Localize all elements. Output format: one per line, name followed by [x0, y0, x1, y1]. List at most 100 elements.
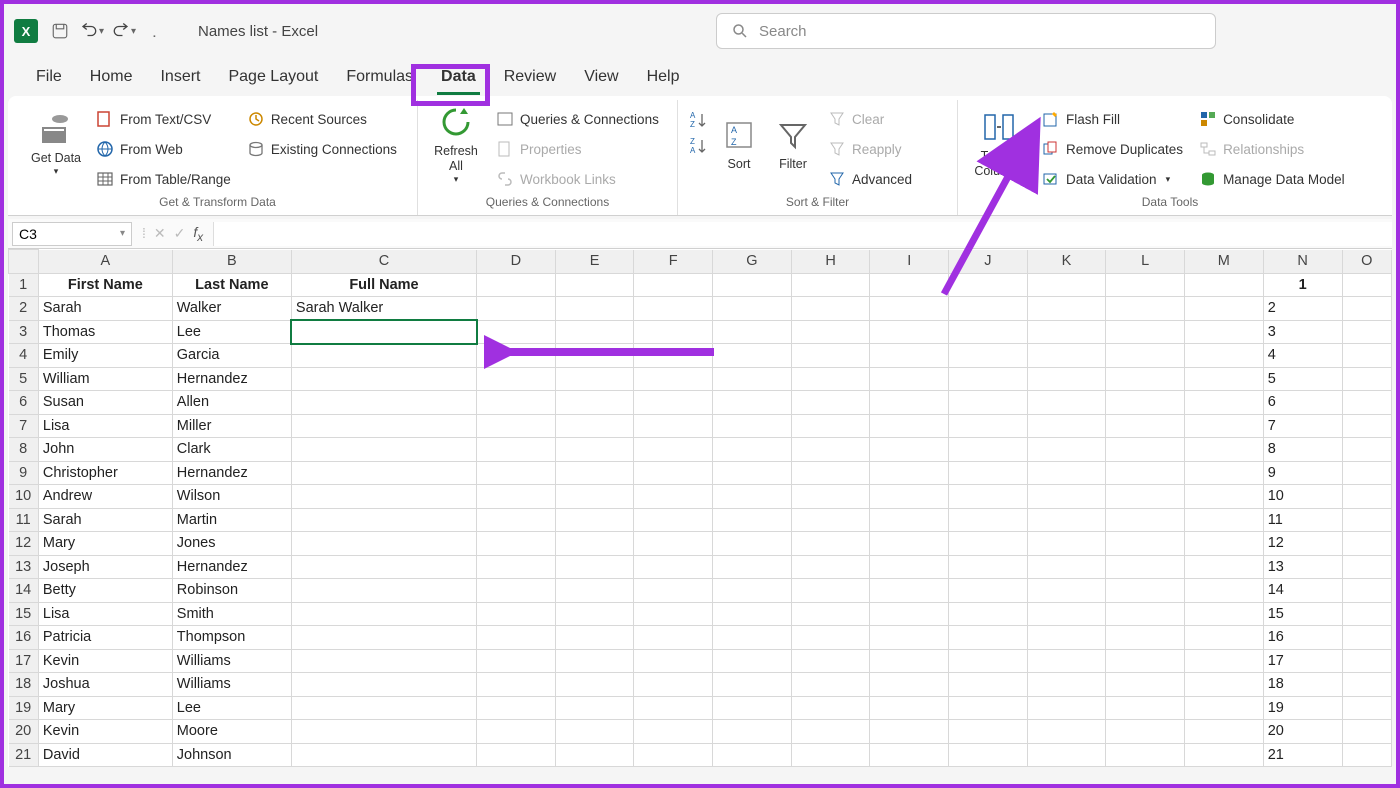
cell-I6[interactable] [870, 391, 949, 415]
cell-F19[interactable] [634, 696, 713, 720]
cell-H20[interactable] [791, 720, 870, 744]
filter-button[interactable]: Filter [770, 104, 816, 184]
cell-J19[interactable] [949, 696, 1028, 720]
cell-F15[interactable] [634, 602, 713, 626]
cell-B18[interactable]: Williams [172, 673, 291, 697]
cell-A7[interactable]: Lisa [38, 414, 172, 438]
cell-C10[interactable] [291, 485, 476, 509]
row-header-20[interactable]: 20 [9, 720, 39, 744]
cell-B11[interactable]: Martin [172, 508, 291, 532]
cell-M14[interactable] [1184, 579, 1263, 603]
cell-B2[interactable]: Walker [172, 297, 291, 321]
cell-A1[interactable]: First Name [38, 273, 172, 297]
cell-B9[interactable]: Hernandez [172, 461, 291, 485]
cell-M20[interactable] [1184, 720, 1263, 744]
cell-C6[interactable] [291, 391, 476, 415]
tab-data[interactable]: Data [427, 62, 490, 92]
cell-I18[interactable] [870, 673, 949, 697]
column-header-O[interactable]: O [1342, 250, 1391, 274]
cell-L11[interactable] [1106, 508, 1185, 532]
cell-A16[interactable]: Patricia [38, 626, 172, 650]
cell-J11[interactable] [949, 508, 1028, 532]
cell-A15[interactable]: Lisa [38, 602, 172, 626]
cell-N20[interactable]: 20 [1263, 720, 1342, 744]
cell-B5[interactable]: Hernandez [172, 367, 291, 391]
cell-O16[interactable] [1342, 626, 1391, 650]
cell-C8[interactable] [291, 438, 476, 462]
cell-I1[interactable] [870, 273, 949, 297]
cell-O17[interactable] [1342, 649, 1391, 673]
cell-C15[interactable] [291, 602, 476, 626]
cell-B19[interactable]: Lee [172, 696, 291, 720]
cell-D2[interactable] [477, 297, 556, 321]
cell-L10[interactable] [1106, 485, 1185, 509]
cell-A2[interactable]: Sarah [38, 297, 172, 321]
cell-J6[interactable] [949, 391, 1028, 415]
cell-F21[interactable] [634, 743, 713, 767]
cell-M19[interactable] [1184, 696, 1263, 720]
cell-G18[interactable] [713, 673, 792, 697]
cell-H7[interactable] [791, 414, 870, 438]
cell-F8[interactable] [634, 438, 713, 462]
cell-B7[interactable]: Miller [172, 414, 291, 438]
cell-L2[interactable] [1106, 297, 1185, 321]
tab-formulas[interactable]: Formulas [332, 62, 427, 92]
cell-H15[interactable] [791, 602, 870, 626]
cell-A13[interactable]: Joseph [38, 555, 172, 579]
cell-J16[interactable] [949, 626, 1028, 650]
cell-E12[interactable] [555, 532, 634, 556]
cell-O14[interactable] [1342, 579, 1391, 603]
cell-M1[interactable] [1184, 273, 1263, 297]
cell-J5[interactable] [949, 367, 1028, 391]
cell-I12[interactable] [870, 532, 949, 556]
cell-F20[interactable] [634, 720, 713, 744]
cell-B20[interactable]: Moore [172, 720, 291, 744]
cell-C9[interactable] [291, 461, 476, 485]
cell-D8[interactable] [477, 438, 556, 462]
cell-L12[interactable] [1106, 532, 1185, 556]
cell-I11[interactable] [870, 508, 949, 532]
cell-O13[interactable] [1342, 555, 1391, 579]
cell-C4[interactable] [291, 344, 476, 368]
cell-E3[interactable] [555, 320, 634, 344]
cell-N12[interactable]: 12 [1263, 532, 1342, 556]
cell-C18[interactable] [291, 673, 476, 697]
search-input[interactable]: Search [716, 13, 1216, 49]
cell-K5[interactable] [1027, 367, 1106, 391]
cell-G10[interactable] [713, 485, 792, 509]
cell-N3[interactable]: 3 [1263, 320, 1342, 344]
column-header-H[interactable]: H [791, 250, 870, 274]
cell-D6[interactable] [477, 391, 556, 415]
cell-M8[interactable] [1184, 438, 1263, 462]
enter-icon[interactable]: ✓ [174, 225, 186, 242]
cell-C1[interactable]: Full Name [291, 273, 476, 297]
from-text-csv-button[interactable]: From Text/CSV [92, 106, 235, 132]
clear-button[interactable]: Clear [824, 106, 916, 132]
cell-E4[interactable] [555, 344, 634, 368]
cell-K3[interactable] [1027, 320, 1106, 344]
cell-O12[interactable] [1342, 532, 1391, 556]
cell-H21[interactable] [791, 743, 870, 767]
cell-D17[interactable] [477, 649, 556, 673]
cell-J9[interactable] [949, 461, 1028, 485]
cell-H1[interactable] [791, 273, 870, 297]
cell-J15[interactable] [949, 602, 1028, 626]
cell-D16[interactable] [477, 626, 556, 650]
cell-C16[interactable] [291, 626, 476, 650]
cell-B10[interactable]: Wilson [172, 485, 291, 509]
row-header-17[interactable]: 17 [9, 649, 39, 673]
cell-D3[interactable] [477, 320, 556, 344]
cell-G20[interactable] [713, 720, 792, 744]
cell-E15[interactable] [555, 602, 634, 626]
cell-H17[interactable] [791, 649, 870, 673]
cell-E6[interactable] [555, 391, 634, 415]
cell-J21[interactable] [949, 743, 1028, 767]
cell-E20[interactable] [555, 720, 634, 744]
cell-A21[interactable]: David [38, 743, 172, 767]
cell-K1[interactable] [1027, 273, 1106, 297]
cell-J1[interactable] [949, 273, 1028, 297]
cell-L8[interactable] [1106, 438, 1185, 462]
cell-O15[interactable] [1342, 602, 1391, 626]
cell-M5[interactable] [1184, 367, 1263, 391]
cell-L15[interactable] [1106, 602, 1185, 626]
